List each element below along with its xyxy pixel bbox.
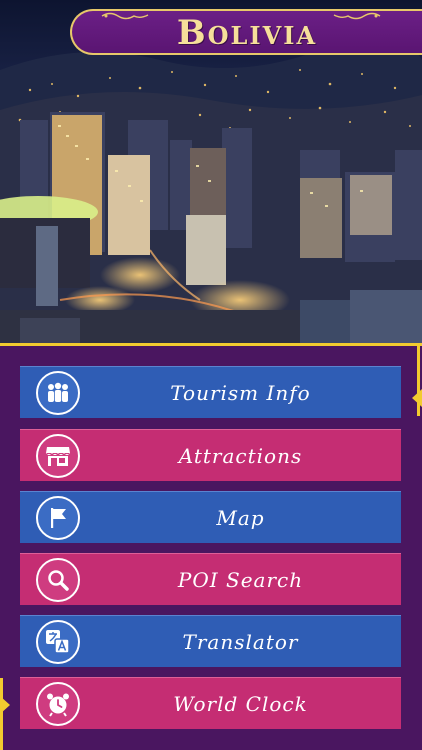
hero-city-photo: Bolivia <box>0 0 422 343</box>
map-button[interactable]: Map <box>20 491 401 543</box>
translate-icon <box>36 620 80 664</box>
poi-search-button[interactable]: POI Search <box>20 553 401 605</box>
flag-icon <box>36 496 80 540</box>
tourism-info-label: Tourism Info <box>170 381 311 405</box>
tourists-group-icon <box>36 371 80 415</box>
magnifier-icon <box>36 558 80 602</box>
attractions-button[interactable]: Attractions <box>20 429 401 481</box>
pointer-arrow-right <box>412 389 422 407</box>
map-label: Map <box>216 506 265 530</box>
storefront-icon <box>36 434 80 478</box>
frame-accent-left <box>0 678 3 750</box>
world-clock-button[interactable]: World Clock <box>20 677 401 729</box>
pointer-arrow-left <box>0 696 10 714</box>
right-flourish-ornament <box>333 12 381 20</box>
title-banner: Bolivia <box>70 9 422 55</box>
tourism-info-button[interactable]: Tourism Info <box>20 366 401 418</box>
attractions-label: Attractions <box>178 444 303 468</box>
left-flourish-ornament <box>101 12 149 20</box>
translator-button[interactable]: Translator <box>20 615 401 667</box>
alarm-clock-icon <box>36 682 80 726</box>
translator-label: Translator <box>182 630 299 654</box>
poi-search-label: POI Search <box>177 568 304 592</box>
world-clock-label: World Clock <box>173 692 308 716</box>
